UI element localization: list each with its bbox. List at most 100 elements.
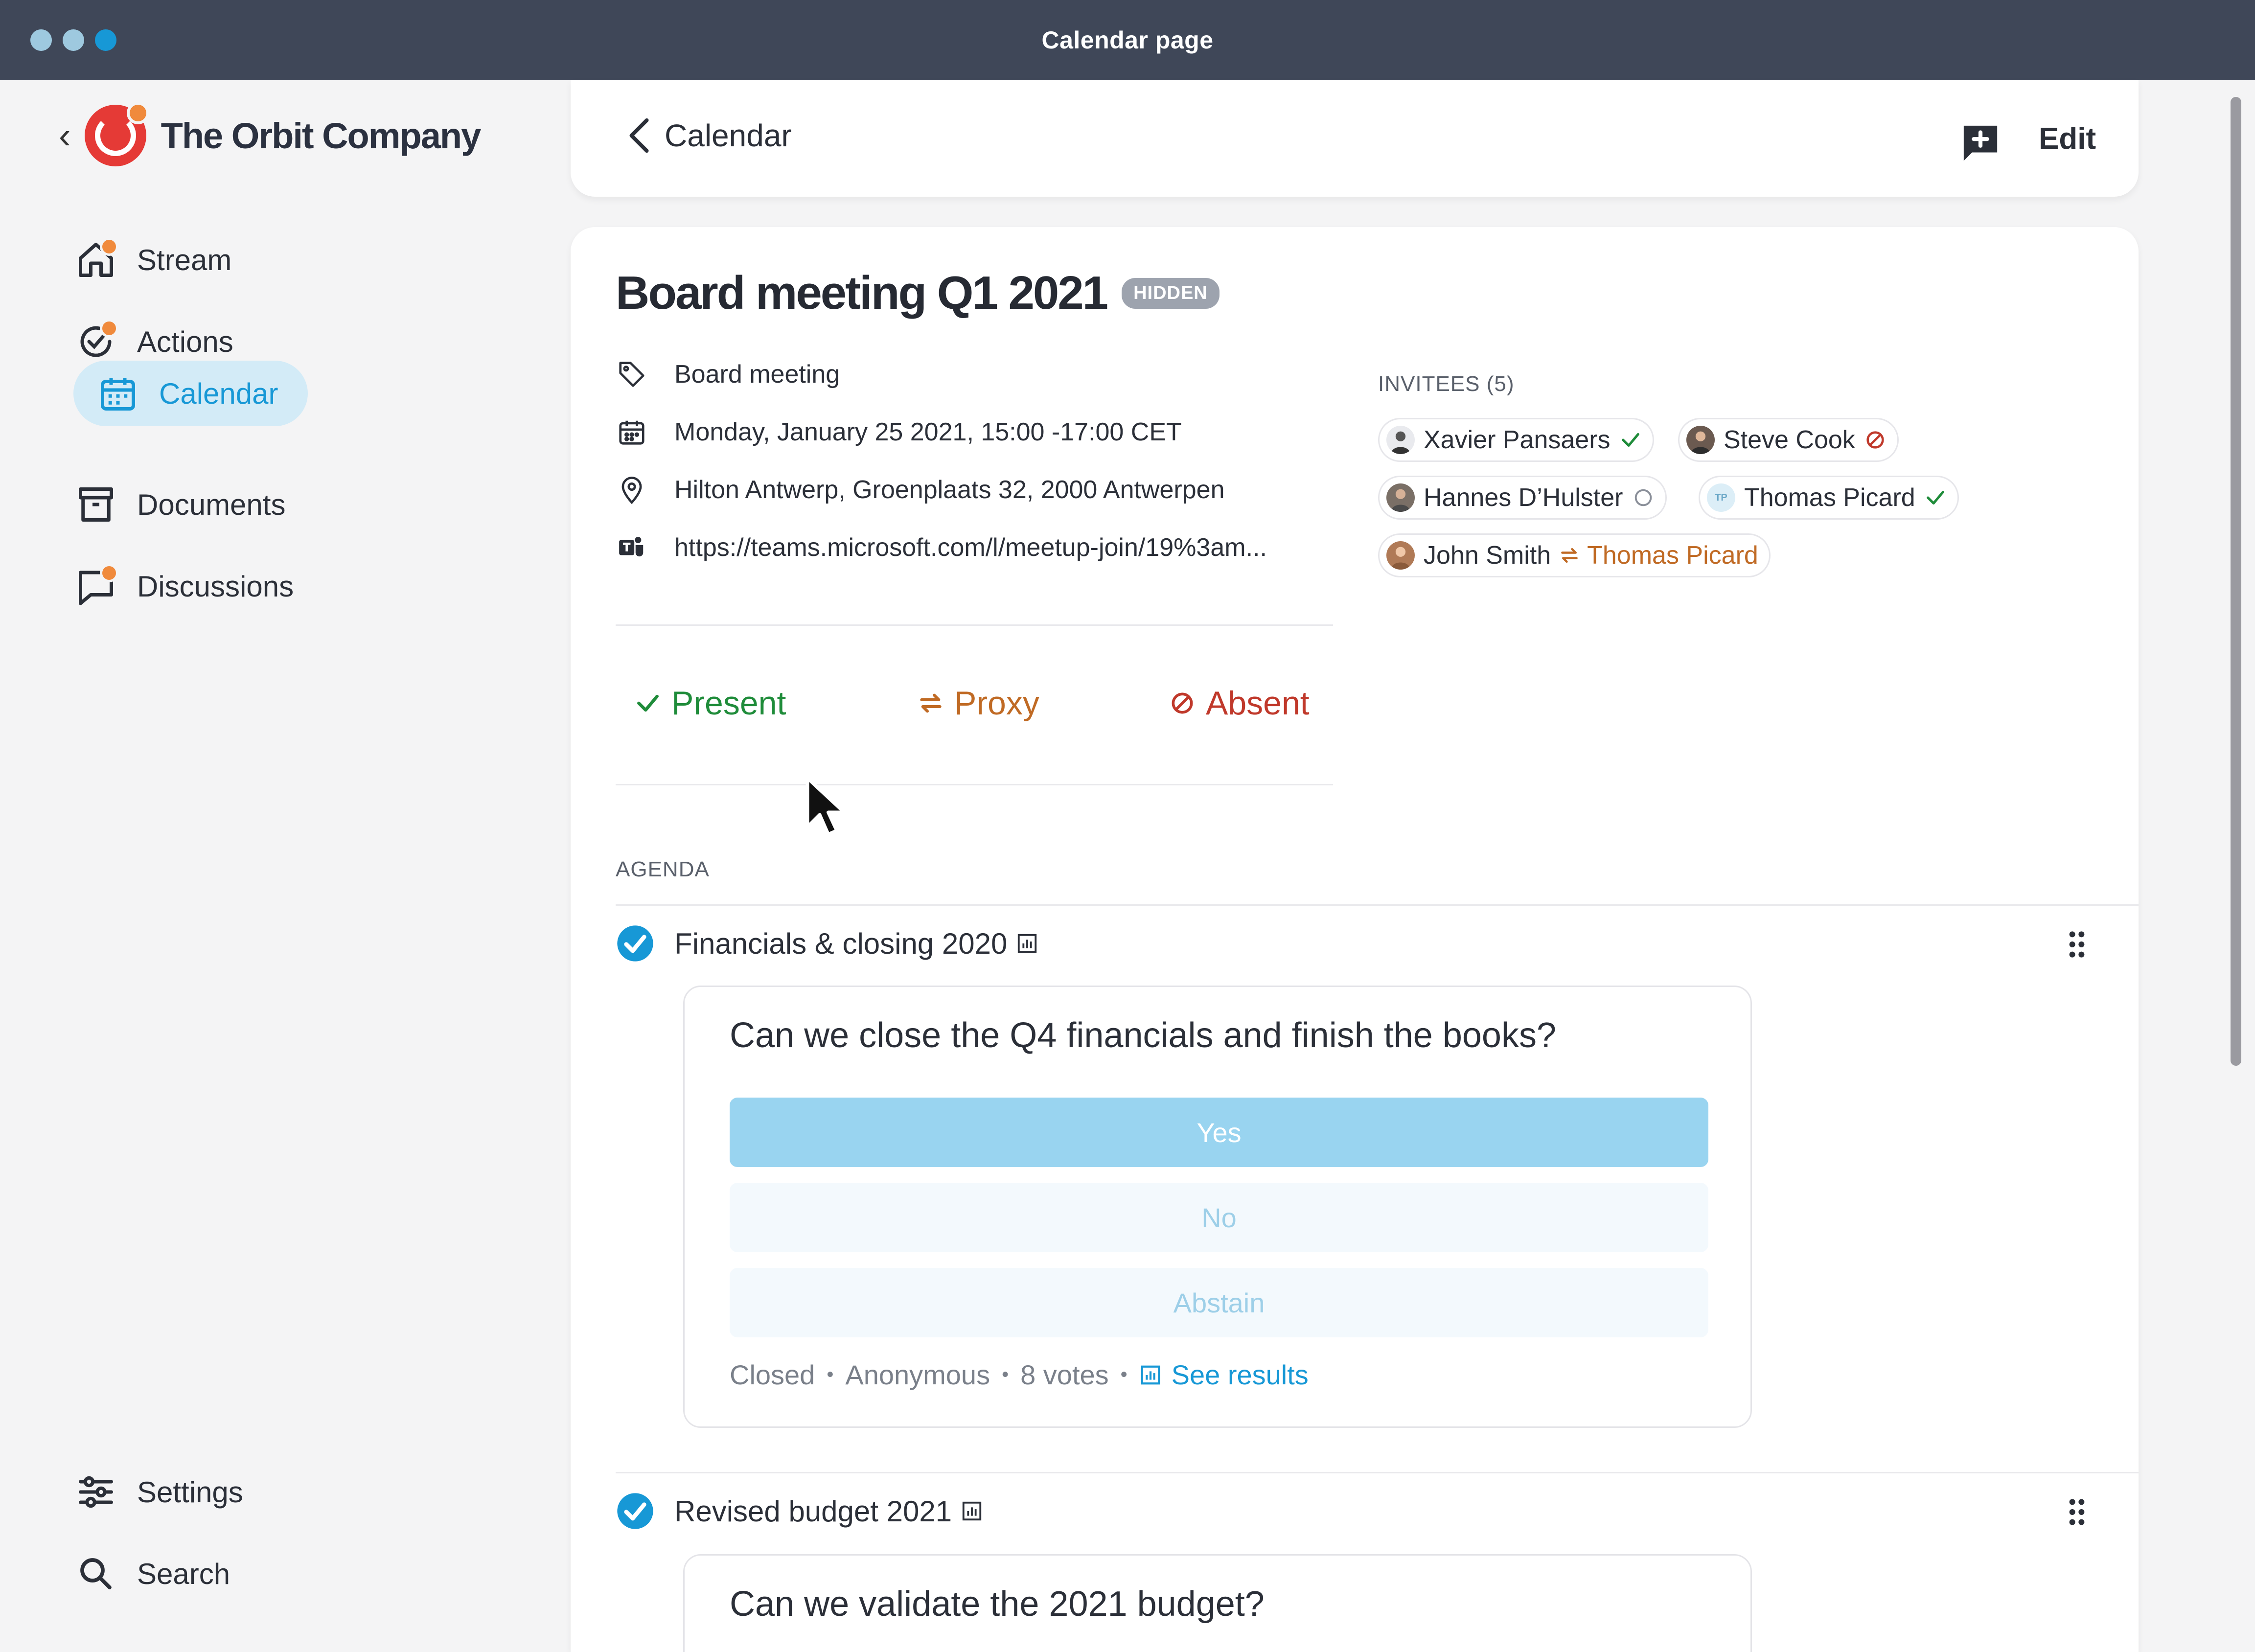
check-circle-icon bbox=[73, 319, 118, 364]
invitee-chip[interactable]: Xavier Pansaers bbox=[1378, 418, 1654, 462]
divider bbox=[616, 784, 1333, 785]
rsvp-absent-button[interactable]: Absent bbox=[1169, 684, 1310, 722]
rsvp-present-button[interactable]: Present bbox=[634, 684, 786, 722]
invitee-name: Thomas Picard bbox=[1744, 483, 1915, 512]
tag-icon bbox=[616, 358, 648, 390]
avatar bbox=[1686, 426, 1715, 454]
sidebar-item-search[interactable]: Search bbox=[73, 1541, 230, 1606]
agenda-item[interactable]: Financials & closing 2020 bbox=[616, 924, 1038, 963]
poll-option-no[interactable]: No bbox=[730, 1183, 1708, 1252]
invitee-chip[interactable]: TP Thomas Picard bbox=[1699, 476, 1959, 520]
scrollbar[interactable] bbox=[2231, 97, 2241, 1066]
pending-icon bbox=[1632, 486, 1655, 509]
sliders-icon bbox=[73, 1469, 118, 1514]
sidebar-item-label: Discussions bbox=[137, 570, 294, 603]
invitee-chip[interactable]: Hannes D’Hulster bbox=[1378, 476, 1667, 520]
see-results-link[interactable]: See results bbox=[1139, 1359, 1309, 1391]
notification-dot bbox=[100, 237, 118, 256]
search-icon bbox=[73, 1551, 118, 1596]
teams-icon bbox=[616, 531, 648, 564]
close-window-button[interactable] bbox=[30, 29, 52, 51]
see-results-label: See results bbox=[1171, 1359, 1309, 1390]
poll-card: Can we close the Q4 financials and finis… bbox=[683, 986, 1752, 1428]
chat-icon bbox=[73, 564, 118, 609]
brand-name: The Orbit Company bbox=[161, 115, 482, 156]
sidebar: ‹ The Orbit Company Stream Actions Calen… bbox=[0, 80, 563, 1652]
invitee-chip[interactable]: John Smith Thomas Picard bbox=[1378, 533, 1771, 577]
edit-button[interactable]: Edit bbox=[2039, 121, 2096, 156]
divider bbox=[616, 904, 2139, 906]
agenda-item-title: Revised budget 2021 bbox=[674, 1494, 952, 1528]
agenda-item-title: Financials & closing 2020 bbox=[674, 927, 1008, 960]
checked-circle-icon[interactable] bbox=[616, 1491, 655, 1531]
location-text: Hilton Antwerp, Groenplaats 32, 2000 Ant… bbox=[674, 476, 1225, 504]
calendar-icon bbox=[616, 416, 648, 448]
poll-status: Closed bbox=[730, 1359, 815, 1390]
agenda-heading: AGENDA bbox=[616, 857, 710, 881]
poll-chart-icon bbox=[962, 1501, 982, 1521]
add-comment-icon[interactable] bbox=[1959, 122, 2002, 162]
category-text: Board meeting bbox=[674, 360, 840, 389]
mouse-cursor-icon bbox=[805, 776, 846, 836]
meeting-datetime: Monday, January 25 2021, 15:00 -17:00 CE… bbox=[616, 416, 1182, 448]
window-controls[interactable] bbox=[30, 29, 116, 51]
window-title: Calendar page bbox=[1041, 26, 1214, 54]
rsvp-label: Present bbox=[671, 685, 786, 722]
vote-count: 8 votes bbox=[1020, 1359, 1109, 1390]
invitee-name: Xavier Pansaers bbox=[1424, 426, 1611, 454]
poll-card: Can we validate the 2021 budget? bbox=[683, 1554, 1752, 1652]
meeting-link[interactable]: https://teams.microsoft.com/l/meetup-joi… bbox=[616, 531, 1267, 564]
swap-icon bbox=[920, 693, 942, 713]
poll-option-label: Yes bbox=[1197, 1117, 1242, 1148]
invitee-name: Hannes D’Hulster bbox=[1424, 483, 1623, 512]
window-titlebar: Calendar page bbox=[0, 0, 2255, 80]
poll-chart-icon bbox=[1018, 934, 1037, 953]
invitee-name: John Smith bbox=[1424, 541, 1551, 570]
poll-option-abstain[interactable]: Abstain bbox=[730, 1268, 1708, 1337]
rsvp-proxy-button[interactable]: Proxy bbox=[917, 684, 1039, 722]
sidebar-item-stream[interactable]: Stream bbox=[73, 227, 231, 293]
sidebar-item-settings[interactable]: Settings bbox=[73, 1459, 243, 1525]
divider bbox=[616, 624, 1333, 626]
back-to-calendar-link[interactable]: Calendar bbox=[624, 116, 792, 155]
status-badge: HIDDEN bbox=[1122, 277, 1220, 309]
meeting-url: https://teams.microsoft.com/l/meetup-joi… bbox=[674, 533, 1267, 562]
notification-dot bbox=[100, 564, 118, 582]
chevron-left-icon[interactable]: ‹ bbox=[59, 117, 71, 154]
minimize-window-button[interactable] bbox=[63, 29, 84, 51]
poll-option-label: Abstain bbox=[1173, 1287, 1265, 1318]
page-title: Board meeting Q1 2021 bbox=[616, 267, 1108, 319]
chevron-left-icon bbox=[629, 118, 649, 153]
brand[interactable]: ‹ The Orbit Company bbox=[59, 102, 482, 166]
poll-anonymity: Anonymous bbox=[845, 1359, 990, 1390]
meeting-category: Board meeting bbox=[616, 358, 840, 390]
swap-icon bbox=[1561, 548, 1578, 563]
rsvp-label: Proxy bbox=[954, 685, 1039, 722]
invitee-name: Steve Cook bbox=[1724, 426, 1855, 454]
sidebar-item-label: Calendar bbox=[159, 377, 278, 410]
datetime-text: Monday, January 25 2021, 15:00 -17:00 CE… bbox=[674, 418, 1182, 446]
meeting-location[interactable]: Hilton Antwerp, Groenplaats 32, 2000 Ant… bbox=[616, 474, 1225, 506]
sidebar-item-discussions[interactable]: Discussions bbox=[73, 553, 294, 619]
drag-handle-icon[interactable] bbox=[2067, 1497, 2087, 1527]
agenda-item[interactable]: Revised budget 2021 bbox=[616, 1491, 983, 1531]
invitee-chip[interactable]: Steve Cook bbox=[1678, 418, 1899, 462]
maximize-window-button[interactable] bbox=[95, 29, 116, 51]
sidebar-item-calendar[interactable]: Calendar bbox=[73, 361, 308, 426]
avatar bbox=[1386, 541, 1415, 570]
sidebar-item-label: Actions bbox=[137, 325, 233, 358]
poll-question: Can we validate the 2021 budget? bbox=[730, 1584, 1265, 1624]
poll-chart-icon bbox=[1141, 1365, 1160, 1384]
checked-circle-icon[interactable] bbox=[616, 924, 655, 963]
invitees-heading: INVITEES (5) bbox=[1378, 372, 1515, 396]
breadcrumb: Calendar bbox=[665, 118, 792, 153]
drag-handle-icon[interactable] bbox=[2067, 930, 2087, 959]
home-icon bbox=[73, 237, 118, 282]
poll-option-yes[interactable]: Yes bbox=[730, 1098, 1708, 1167]
absent-icon bbox=[1172, 692, 1193, 714]
archive-icon bbox=[73, 482, 118, 527]
sidebar-item-documents[interactable]: Documents bbox=[73, 472, 285, 537]
orbit-logo-icon bbox=[84, 102, 149, 166]
avatar bbox=[1386, 426, 1415, 454]
sidebar-item-label: Stream bbox=[137, 243, 232, 276]
